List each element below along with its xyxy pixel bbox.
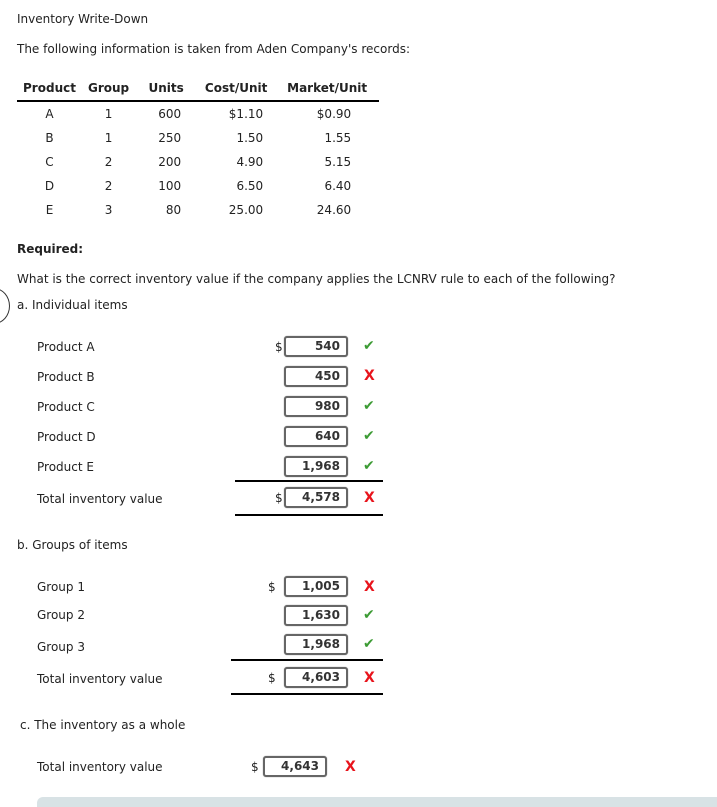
part-b-label: b. Groups of items bbox=[17, 538, 128, 552]
row-label-group-1: Group 1 bbox=[37, 580, 85, 594]
input-total-groups[interactable]: 4,603 bbox=[284, 667, 348, 688]
input-product-b[interactable]: 450 bbox=[284, 366, 348, 387]
records-table-header: Product Group Units Cost/Unit Market/Uni… bbox=[17, 80, 380, 102]
table-row: A 1 600 $1.10 $0.90 bbox=[17, 101, 379, 126]
row-label-product-b: Product B bbox=[37, 370, 95, 384]
col-header-market: Market/Unit bbox=[275, 80, 380, 102]
row-label-product-d: Product D bbox=[37, 430, 96, 444]
col-header-cost: Cost/Unit bbox=[197, 80, 276, 102]
cell-market: 5.15 bbox=[324, 155, 352, 169]
intro-text: The following information is taken from … bbox=[17, 42, 410, 56]
input-total-whole[interactable]: 4,643 bbox=[263, 756, 327, 777]
cell-market: 24.60 bbox=[316, 203, 352, 217]
input-product-e[interactable]: 1,968 bbox=[284, 456, 348, 477]
cell-cost: 6.50 bbox=[236, 179, 264, 193]
step-indicator-circle bbox=[0, 288, 10, 324]
input-product-c[interactable]: 980 bbox=[284, 396, 348, 417]
x-icon: X bbox=[345, 759, 356, 775]
check-icon: ✔ bbox=[363, 458, 375, 474]
row-label-group-3: Group 3 bbox=[37, 640, 85, 654]
question-text: What is the correct inventory value if t… bbox=[17, 272, 616, 286]
input-product-d[interactable]: 640 bbox=[284, 426, 348, 447]
cell-product: D bbox=[44, 179, 55, 193]
part-c-label: c. The inventory as a whole bbox=[20, 718, 186, 732]
cell-cost: 1.50 bbox=[236, 131, 264, 145]
row-label-product-e: Product E bbox=[37, 460, 94, 474]
cell-product: C bbox=[45, 155, 54, 169]
required-heading: Required: bbox=[17, 242, 84, 256]
cell-group: 2 bbox=[104, 155, 113, 169]
cell-product: B bbox=[45, 131, 54, 145]
subtotal-rule bbox=[235, 480, 383, 482]
cell-group: 1 bbox=[104, 131, 113, 145]
check-icon: ✔ bbox=[363, 428, 375, 444]
records-table: Product Group Units Cost/Unit Market/Uni… bbox=[17, 80, 380, 222]
cell-cost: 4.90 bbox=[236, 155, 264, 169]
input-total-individual[interactable]: 4,578 bbox=[284, 487, 348, 508]
check-icon: ✔ bbox=[363, 636, 375, 652]
cell-units: 250 bbox=[158, 131, 182, 145]
currency-symbol: $ bbox=[268, 580, 276, 594]
row-label-group-2: Group 2 bbox=[37, 608, 85, 622]
x-icon: X bbox=[364, 670, 375, 686]
cell-cost: $1.10 bbox=[228, 107, 264, 121]
cell-units: 100 bbox=[158, 179, 182, 193]
cell-cost: 25.00 bbox=[228, 203, 264, 217]
check-icon: ✔ bbox=[363, 338, 375, 354]
cell-market: 6.40 bbox=[324, 179, 352, 193]
x-icon: X bbox=[364, 490, 375, 506]
currency-symbol: $ bbox=[275, 340, 283, 354]
total-rule bbox=[235, 514, 383, 516]
total-rule bbox=[231, 693, 383, 695]
input-group-2[interactable]: 1,630 bbox=[284, 605, 348, 626]
cell-group: 1 bbox=[104, 107, 113, 121]
check-icon: ✔ bbox=[363, 607, 375, 623]
cell-product: E bbox=[45, 203, 54, 217]
col-header-units: Units bbox=[135, 80, 198, 102]
row-label-product-c: Product C bbox=[37, 400, 95, 414]
x-icon: X bbox=[364, 579, 375, 595]
cell-units: 80 bbox=[165, 203, 182, 217]
currency-symbol: $ bbox=[251, 760, 259, 774]
page-title: Inventory Write-Down bbox=[17, 12, 149, 26]
input-product-a[interactable]: 540 bbox=[284, 336, 348, 357]
input-group-1[interactable]: 1,005 bbox=[284, 576, 348, 597]
cell-product: A bbox=[45, 107, 54, 121]
table-row: D 2 100 6.50 6.40 bbox=[17, 174, 379, 198]
col-header-product: Product bbox=[17, 80, 82, 102]
cell-units: 200 bbox=[158, 155, 182, 169]
footer-panel bbox=[37, 797, 717, 807]
currency-symbol: $ bbox=[268, 671, 276, 685]
part-a-label: a. Individual items bbox=[17, 298, 128, 312]
row-label-product-a: Product A bbox=[37, 340, 95, 354]
row-label-total-c: Total inventory value bbox=[37, 760, 163, 774]
cell-units: 600 bbox=[158, 107, 182, 121]
subtotal-rule bbox=[231, 659, 383, 661]
table-row: C 2 200 4.90 5.15 bbox=[17, 150, 379, 174]
input-group-3[interactable]: 1,968 bbox=[284, 634, 348, 655]
col-header-group: Group bbox=[82, 80, 136, 102]
table-row: E 3 80 25.00 24.60 bbox=[17, 198, 379, 222]
cell-market: $0.90 bbox=[316, 107, 352, 121]
cell-group: 3 bbox=[104, 203, 113, 217]
currency-symbol: $ bbox=[275, 491, 283, 505]
row-label-total-b: Total inventory value bbox=[37, 672, 163, 686]
x-icon: X bbox=[364, 368, 375, 384]
check-icon: ✔ bbox=[363, 398, 375, 414]
row-label-total-a: Total inventory value bbox=[37, 492, 163, 506]
cell-group: 2 bbox=[104, 179, 113, 193]
cell-market: 1.55 bbox=[324, 131, 352, 145]
table-row: B 1 250 1.50 1.55 bbox=[17, 126, 379, 150]
